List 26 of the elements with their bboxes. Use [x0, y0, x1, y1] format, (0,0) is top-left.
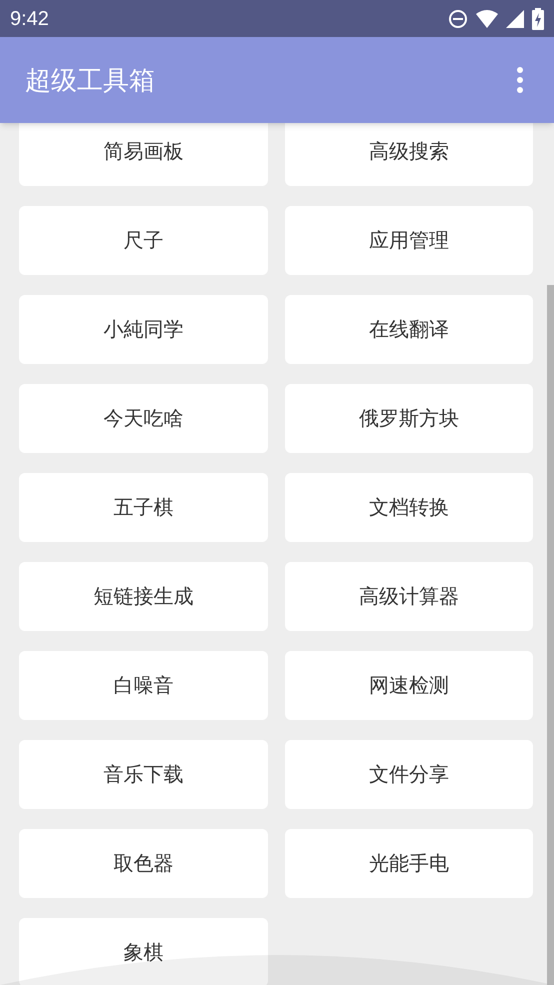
app-title: 超级工具箱: [25, 64, 155, 96]
tool-button[interactable]: 网速检测: [284, 651, 533, 720]
tool-button[interactable]: 小純同学: [19, 295, 268, 364]
tool-button[interactable]: 取色器: [19, 829, 268, 898]
tool-button[interactable]: 光能手电: [284, 829, 533, 898]
tool-button[interactable]: 应用管理: [284, 206, 533, 275]
tool-button[interactable]: 俄罗斯方块: [284, 384, 533, 453]
status-time: 9:42: [10, 6, 49, 32]
battery-charging-icon: [532, 8, 544, 30]
tool-button[interactable]: 尺子: [19, 206, 268, 275]
tool-button[interactable]: 象棋: [19, 918, 268, 985]
tool-button[interactable]: 音乐下载: [19, 740, 268, 809]
tool-button[interactable]: 高级计算器: [284, 562, 533, 631]
tool-button[interactable]: 文档转换: [284, 473, 533, 542]
wifi-icon: [476, 10, 498, 28]
more-options-icon[interactable]: [516, 67, 524, 93]
tool-button[interactable]: 简易画板: [19, 123, 268, 186]
tool-button[interactable]: 在线翻译: [284, 295, 533, 364]
tool-button[interactable]: 今天吃啥: [19, 384, 268, 453]
signal-icon: [506, 10, 524, 28]
tool-button[interactable]: 短链接生成: [19, 562, 268, 631]
tool-button[interactable]: 五子棋: [19, 473, 268, 542]
do-not-disturb-icon: [448, 8, 468, 28]
tool-button[interactable]: 高级搜索: [284, 123, 533, 186]
tool-button[interactable]: 文件分享: [284, 740, 533, 809]
tool-button[interactable]: 白噪音: [19, 651, 268, 720]
